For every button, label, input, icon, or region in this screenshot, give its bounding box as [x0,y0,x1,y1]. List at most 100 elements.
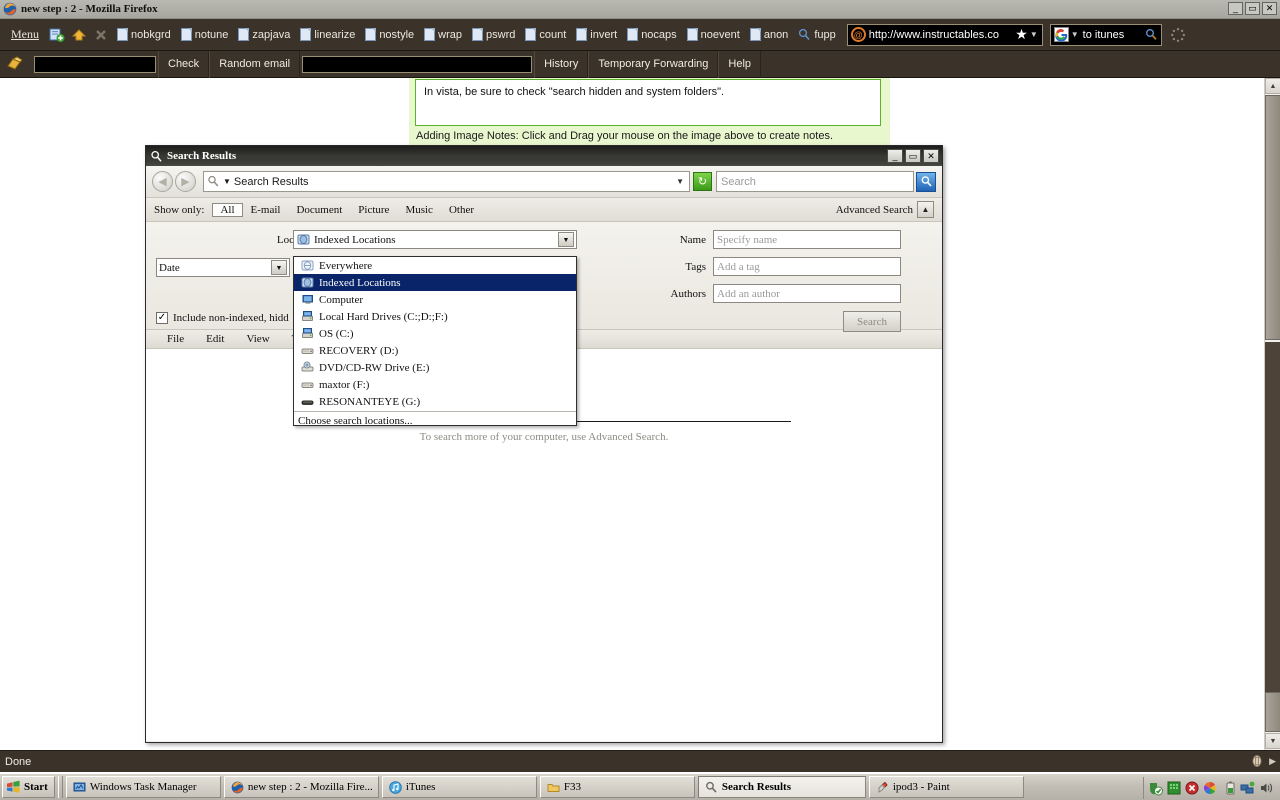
filter-document[interactable]: Document [288,203,350,217]
chevron-down-icon[interactable]: ▼ [1030,30,1038,39]
filter-email[interactable]: E-mail [243,203,289,217]
bookmark-item[interactable]: noevent [682,26,745,43]
random-email-button[interactable]: Random email [209,50,301,78]
maximize-button[interactable]: ▭ [1245,2,1260,15]
battery-icon[interactable] [1225,781,1236,795]
checkbox-box[interactable]: ✓ [156,312,168,324]
home-icon[interactable] [68,24,90,46]
green-square-icon[interactable] [1167,781,1181,795]
tags-input[interactable]: Add a tag [713,257,901,276]
chevron-right-icon[interactable]: ▶ [1269,756,1276,767]
page-scrollbar[interactable]: ▲ ▼ [1264,78,1280,750]
network-icon[interactable] [1240,781,1255,795]
filter-music[interactable]: Music [397,203,441,217]
browser-search-bar[interactable]: ▼ to itunes [1049,23,1162,46]
authors-input[interactable]: Add an author [713,284,901,303]
bookmark-item[interactable]: nostyle [360,26,419,43]
history-button[interactable]: History [534,50,589,78]
forward-button[interactable]: ▶ [175,171,196,192]
shield-icon[interactable] [1148,781,1163,796]
scrollbar-thumb-lower[interactable] [1265,692,1280,732]
name-input[interactable]: Specify name [713,230,901,249]
chevron-down-icon[interactable]: ▼ [271,260,287,275]
address-dropdown-icon[interactable]: ▼ [676,177,686,186]
bookmark-item[interactable]: nobkgrd [112,26,176,43]
help-button[interactable]: Help [718,50,762,78]
bookmark-item[interactable]: fupp [793,26,840,43]
scroll-down-arrow[interactable]: ▼ [1265,733,1280,749]
search-input[interactable]: Search [716,171,914,192]
menu-button[interactable]: Menu [4,25,46,44]
mail-username-input[interactable] [34,55,156,73]
menu-view[interactable]: View [235,333,280,345]
minimize-button[interactable]: _ [1228,2,1243,15]
dropdown-item-local-hard-drives[interactable]: Local Hard Drives (C:;D:;F:) [294,308,576,325]
location-dropdown-list[interactable]: Everywhere Indexed Locations Computer Lo… [293,256,577,429]
minimize-button[interactable]: _ [887,149,903,163]
menu-file[interactable]: File [156,333,195,345]
dropdown-item-recovery-d[interactable]: RECOVERY (D:) [294,342,576,359]
dropdown-item-dvd-drive-e[interactable]: DVD/CD-RW Drive (E:) [294,359,576,376]
chevron-down-icon[interactable]: ▼ [558,232,574,247]
location-combobox[interactable]: Indexed Locations ▼ [293,230,577,249]
mailinator-icon[interactable] [4,54,28,74]
address-bar[interactable]: ▼ Search Results ▼ [203,171,690,192]
filter-all[interactable]: All [212,202,243,217]
stop-icon[interactable] [90,24,112,46]
date-combobox[interactable]: Date ▼ [156,258,290,277]
mail-forward-input[interactable] [302,55,533,73]
dropdown-item-maxtor-f[interactable]: maxtor (F:) [294,376,576,393]
bookmark-item[interactable]: invert [571,26,622,43]
filter-other[interactable]: Other [441,203,482,217]
bookmark-item[interactable]: pswrd [467,26,520,43]
chevron-down-icon[interactable]: ▼ [1071,30,1079,39]
scrollbar-thumb[interactable] [1265,95,1280,340]
maximize-button[interactable]: ▭ [905,149,921,163]
bookmark-item[interactable]: wrap [419,26,467,43]
taskbar-item-firefox[interactable]: new step : 2 - Mozilla Fire... [223,776,379,798]
temporary-forwarding-button[interactable]: Temporary Forwarding [588,50,719,78]
dropdown-item-os-c[interactable]: OS (C:) [294,325,576,342]
include-nonindexed-checkbox[interactable]: ✓ Include non-indexed, hidd [156,312,289,324]
refresh-icon[interactable]: ↻ [693,172,712,191]
advanced-search[interactable]: Advanced Search ▲ [836,201,934,218]
url-bar[interactable]: @ http://www.instructables.co ★ ▼ [846,23,1043,46]
bookmark-item[interactable]: anon [745,26,793,43]
close-button[interactable]: ✕ [923,149,939,163]
scrollbar-track[interactable] [1265,342,1280,692]
back-button[interactable]: ◀ [152,171,173,192]
filter-picture[interactable]: Picture [350,203,397,217]
chevron-down-icon[interactable]: ▼ [223,177,231,186]
advanced-search-button[interactable]: Search [843,311,901,332]
star-icon[interactable]: ★ [1015,26,1028,43]
dropdown-item-everywhere[interactable]: Everywhere [294,257,576,274]
taskbar-item-paint[interactable]: ipod3 - Paint [868,776,1024,798]
menu-edit[interactable]: Edit [195,333,235,345]
bookmark-item[interactable]: count [520,26,571,43]
close-button[interactable]: ✕ [1262,2,1277,15]
taskbar-item-f33[interactable]: F33 [539,776,695,798]
dropdown-choose-locations[interactable]: Choose search locations... [294,413,576,429]
bookmark-item[interactable]: linearize [295,26,360,43]
scroll-up-arrow[interactable]: ▲ [1265,78,1280,94]
taskbar-item-itunes[interactable]: iTunes [381,776,537,798]
volume-icon[interactable] [1259,781,1274,795]
computer-icon [300,293,314,307]
bookmark-item[interactable]: zapjava [233,26,295,43]
red-x-icon[interactable] [1185,781,1199,795]
bookmark-item[interactable]: notune [176,26,234,43]
color-wheel-icon[interactable] [1203,781,1217,795]
bookmark-item[interactable]: nocaps [622,26,681,43]
magnifier-icon[interactable] [1145,28,1158,41]
chevron-up-icon[interactable]: ▲ [917,201,934,218]
taskbar-item-search-results[interactable]: Search Results [697,776,866,798]
dropdown-item-computer[interactable]: Computer [294,291,576,308]
dropdown-item-indexed-locations[interactable]: Indexed Locations [294,274,576,291]
search-submit-button[interactable] [916,171,936,192]
taskbar-item-task-manager[interactable]: Windows Task Manager [65,776,221,798]
add-bookmark-icon[interactable] [46,24,68,46]
dropdown-item-resonanteye-g[interactable]: RESONANTEYE (G:) [294,393,576,410]
check-button[interactable]: Check [158,50,210,78]
resize-grip-icon[interactable] [1250,754,1264,768]
start-button[interactable]: Start [2,776,55,798]
